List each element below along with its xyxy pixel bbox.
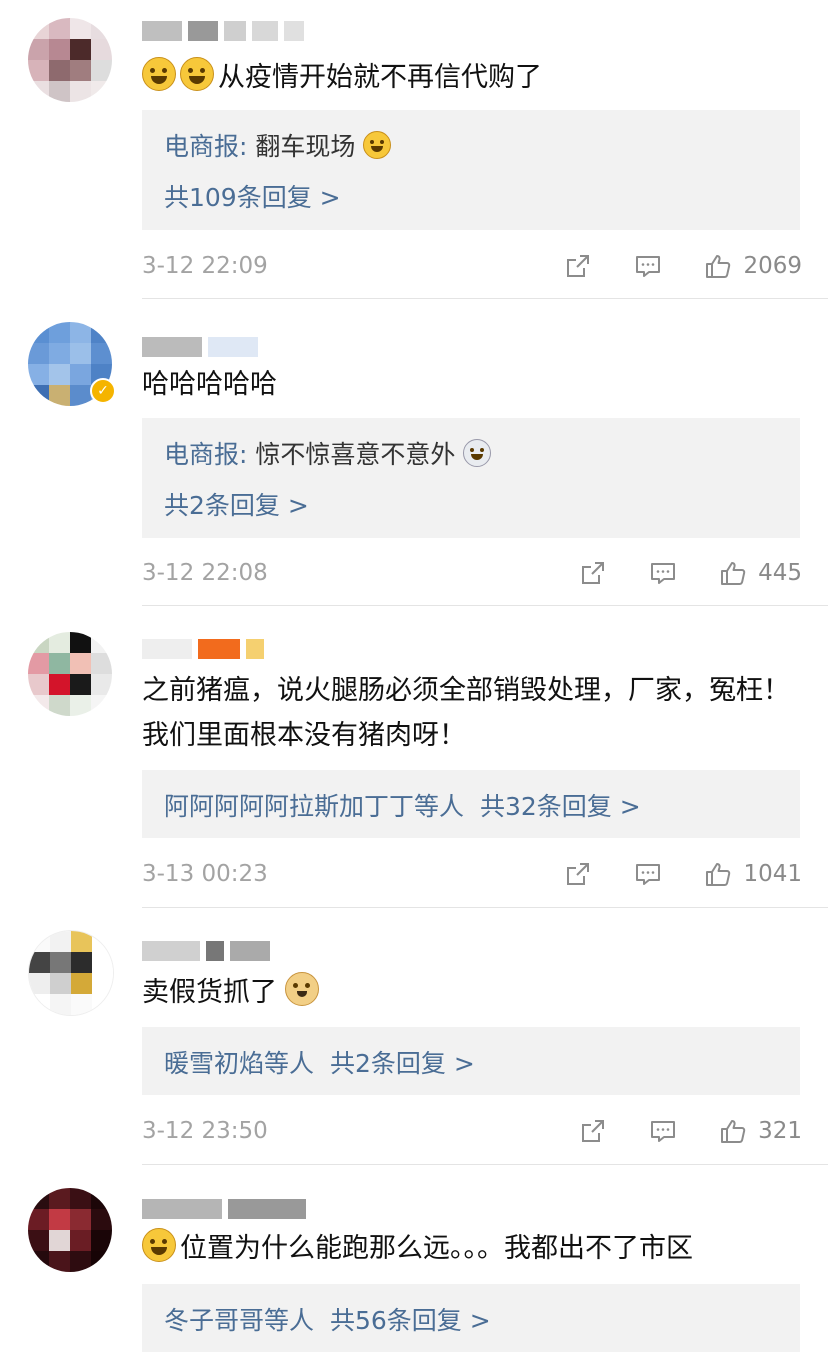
action-bar: 321 bbox=[578, 1116, 802, 1146]
reply-preview[interactable]: 冬子哥哥等人 共56条回复 > bbox=[142, 1284, 800, 1352]
reply-people[interactable]: 暖雪初焰等人 bbox=[164, 1049, 314, 1078]
thumb-up-icon[interactable] bbox=[718, 558, 748, 588]
avatar[interactable] bbox=[28, 1188, 112, 1272]
timestamp: 3-12 22:08 bbox=[142, 560, 268, 586]
laugh-cry-emoji bbox=[142, 57, 176, 91]
username-blurred[interactable] bbox=[142, 1198, 306, 1220]
reply-snippet: 电商报: 翻车现场 bbox=[164, 127, 395, 163]
timestamp: 3-13 00:23 bbox=[142, 861, 268, 887]
reply-summary: 阿阿阿阿阿拉斯加丁丁等人 共32条回复 > bbox=[164, 787, 641, 823]
username-blurred[interactable] bbox=[142, 20, 304, 42]
comment-icon[interactable] bbox=[648, 558, 678, 588]
share-icon[interactable] bbox=[563, 859, 593, 889]
share-icon[interactable] bbox=[578, 1116, 608, 1146]
reply-text: 惊不惊喜意不意外 bbox=[255, 440, 456, 469]
reply-author[interactable]: 电商报 bbox=[164, 132, 239, 161]
verified-badge-icon: ✓ bbox=[90, 378, 116, 404]
reply-author[interactable]: 电商报 bbox=[164, 440, 239, 469]
comment-meta: 3-13 00:23 1041 bbox=[142, 859, 802, 889]
comment-text: 卖假货抓了 bbox=[142, 970, 812, 1015]
avatar[interactable] bbox=[28, 632, 112, 716]
divider bbox=[142, 298, 828, 299]
comment-text: 从疫情开始就不再信代购了 bbox=[142, 55, 812, 100]
share-icon[interactable] bbox=[563, 251, 593, 281]
action-bar: 2069 bbox=[563, 251, 802, 281]
reply-summary: 冬子哥哥等人 共56条回复 > bbox=[164, 1301, 491, 1337]
reply-preview[interactable]: 阿阿阿阿阿拉斯加丁丁等人 共32条回复 > bbox=[142, 770, 800, 838]
reply-preview[interactable]: 电商报: 惊不惊喜意不意外 共2条回复 > bbox=[142, 418, 800, 538]
reply-count-link[interactable]: 共32条回复 > bbox=[480, 792, 641, 821]
comment-text: 之前猪瘟，说火腿肠必须全部销毁处理，厂家，冤枉！我们里面根本没有猪肉呀！ bbox=[142, 675, 790, 751]
reply-people[interactable]: 阿阿阿阿阿拉斯加丁丁等人 bbox=[164, 792, 464, 821]
reply-count-link[interactable]: 共2条回复 > bbox=[330, 1049, 475, 1078]
timestamp: 3-12 22:09 bbox=[142, 253, 268, 279]
action-bar: 1041 bbox=[563, 859, 802, 889]
reply-preview[interactable]: 电商报: 翻车现场 共109条回复 > bbox=[142, 110, 800, 230]
comment-meta: 3-12 22:09 2069 bbox=[142, 251, 802, 281]
sweat-emoji bbox=[142, 1228, 176, 1262]
like-count: 2069 bbox=[743, 253, 802, 279]
share-icon[interactable] bbox=[578, 558, 608, 588]
like-count: 445 bbox=[758, 560, 802, 586]
comment-meta: 3-12 22:08 445 bbox=[142, 558, 802, 588]
comment-meta: 3-12 23:50 321 bbox=[142, 1116, 802, 1146]
thumb-up-icon[interactable] bbox=[718, 1116, 748, 1146]
reply-snippet: 电商报: 惊不惊喜意不意外 bbox=[164, 435, 495, 471]
divider bbox=[142, 907, 828, 908]
reply-summary: 暖雪初焰等人 共2条回复 > bbox=[164, 1044, 475, 1080]
reply-people[interactable]: 冬子哥哥等人 bbox=[164, 1306, 314, 1335]
username-blurred[interactable] bbox=[142, 940, 270, 962]
surprised-emoji bbox=[463, 439, 492, 467]
reply-count-link[interactable]: 共56条回复 > bbox=[330, 1306, 491, 1335]
doge-emoji bbox=[285, 972, 319, 1006]
divider bbox=[142, 1164, 828, 1165]
reply-count-link[interactable]: 共109条回复 > bbox=[164, 178, 341, 214]
laugh-cry-emoji bbox=[180, 57, 214, 91]
thumb-up-icon[interactable] bbox=[703, 251, 733, 281]
divider bbox=[142, 605, 828, 606]
username-blurred[interactable] bbox=[142, 336, 258, 358]
avatar[interactable] bbox=[28, 18, 112, 102]
comment-icon[interactable] bbox=[648, 1116, 678, 1146]
like-count: 321 bbox=[758, 1118, 802, 1144]
timestamp: 3-12 23:50 bbox=[142, 1118, 268, 1144]
comment-icon[interactable] bbox=[633, 859, 663, 889]
like-count: 1041 bbox=[743, 861, 802, 887]
reply-count-link[interactable]: 共2条回复 > bbox=[164, 486, 309, 522]
thumb-up-icon[interactable] bbox=[703, 859, 733, 889]
action-bar: 445 bbox=[578, 558, 802, 588]
reply-text: 翻车现场 bbox=[255, 132, 356, 161]
avatar[interactable] bbox=[28, 930, 114, 1016]
comment-text: 位置为什么能跑那么远。。。我都出不了市区 bbox=[142, 1226, 812, 1271]
comment-icon[interactable] bbox=[633, 251, 663, 281]
username-blurred[interactable] bbox=[142, 638, 264, 660]
laugh-cry-emoji bbox=[363, 131, 392, 159]
comment-text: 哈哈哈哈哈 bbox=[142, 369, 277, 400]
reply-preview[interactable]: 暖雪初焰等人 共2条回复 > bbox=[142, 1027, 800, 1095]
